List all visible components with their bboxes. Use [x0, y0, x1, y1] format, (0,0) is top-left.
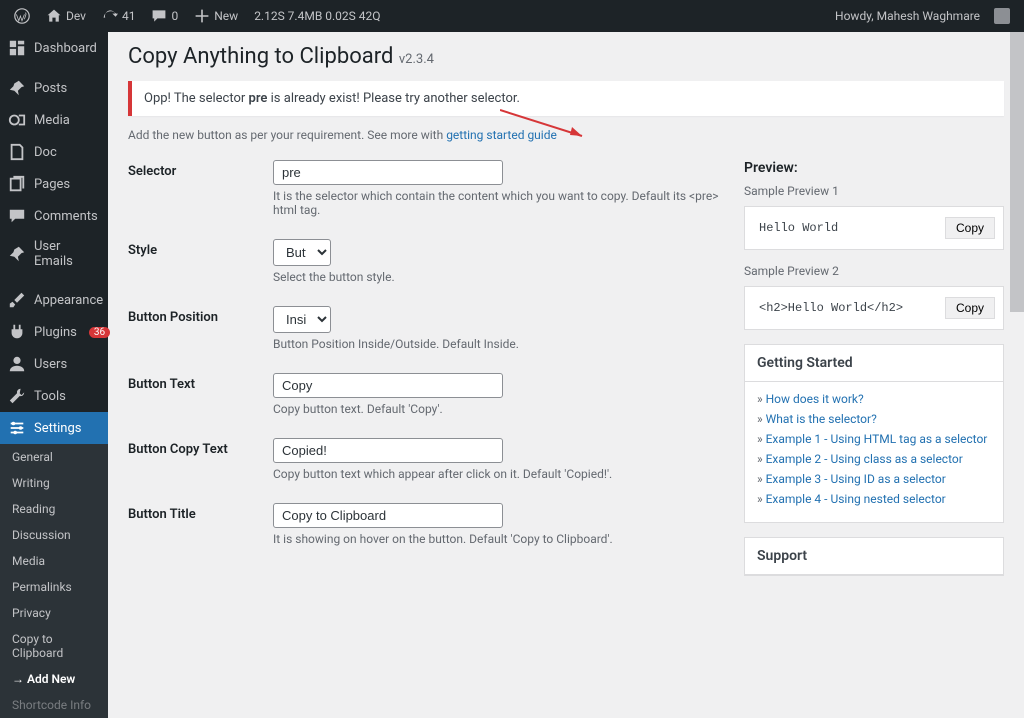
sidebar-item-appearance[interactable]: Appearance — [0, 284, 108, 316]
sidebar-item-media[interactable]: Media — [0, 104, 108, 136]
sub-shortcode-info[interactable]: Shortcode Info — [0, 692, 108, 718]
sidebar-item-plugins[interactable]: Plugins36 — [0, 316, 108, 348]
sub-discussion[interactable]: Discussion — [0, 522, 108, 548]
preview2-content: <h2>Hello World</h2> — [759, 301, 903, 315]
update-badge: 36 — [89, 327, 110, 338]
comment-icon — [8, 207, 26, 225]
preview1-content: Hello World — [759, 221, 838, 235]
wp-logo[interactable] — [8, 8, 36, 24]
new-link[interactable]: New — [188, 8, 244, 24]
wrench-icon — [8, 387, 26, 405]
error-notice: Opp! The selector pre is already exist! … — [128, 81, 1004, 116]
getting-started-link[interactable]: getting started guide — [446, 128, 557, 142]
text-label: Button Text — [128, 373, 273, 416]
style-select[interactable]: Button — [273, 239, 331, 266]
title-desc: It is showing on hover on the button. De… — [273, 532, 720, 546]
doc-icon — [8, 143, 26, 161]
sidebar-item-tools[interactable]: Tools — [0, 380, 108, 412]
sub-general[interactable]: General — [0, 444, 108, 470]
gs-link-1[interactable]: What is the selector? — [766, 412, 877, 426]
sub-copy-to-clipboard[interactable]: Copy to Clipboard — [0, 626, 108, 666]
scrollbar-thumb[interactable] — [1010, 32, 1024, 312]
copy-button-1[interactable]: Copy — [945, 217, 995, 239]
sidebar-item-users[interactable]: Users — [0, 348, 108, 380]
sidebar-item-doc[interactable]: Doc — [0, 136, 108, 168]
comment-icon — [151, 8, 167, 24]
preview-box-2: <h2>Hello World</h2> Copy — [744, 286, 1004, 330]
support-box: Support — [744, 537, 1004, 576]
sub-media[interactable]: Media — [0, 548, 108, 574]
user-icon — [8, 355, 26, 373]
title-label: Button Title — [128, 503, 273, 546]
plus-icon — [194, 8, 210, 24]
sub-permalinks[interactable]: Permalinks — [0, 574, 108, 600]
preview-head: Preview: — [744, 160, 1004, 176]
sidebar-item-settings[interactable]: Settings — [0, 412, 108, 444]
copytext-label: Button Copy Text — [128, 438, 273, 481]
sidebar-item-posts[interactable]: Posts — [0, 72, 108, 104]
position-desc: Button Position Inside/Outside. Default … — [273, 337, 720, 351]
avatar — [994, 8, 1010, 24]
selector-input[interactable] — [273, 160, 503, 185]
sub-privacy[interactable]: Privacy — [0, 600, 108, 626]
page-title: Copy Anything to Clipboard v2.3.4 — [128, 44, 1004, 69]
pin-icon — [8, 79, 26, 97]
scrollbar-track[interactable] — [1010, 32, 1024, 503]
sub-reading[interactable]: Reading — [0, 496, 108, 522]
copy-button-2[interactable]: Copy — [945, 297, 995, 319]
dashboard-icon — [8, 39, 26, 57]
helper-text: Add the new button as per your requireme… — [128, 128, 1004, 142]
media-icon — [8, 111, 26, 129]
style-label: Style — [128, 239, 273, 284]
side-column: Preview: Sample Preview 1 Hello World Co… — [744, 160, 1004, 590]
pages-icon — [8, 175, 26, 193]
title-input[interactable] — [273, 503, 503, 528]
gs-head: Getting Started — [745, 345, 1003, 382]
settings-submenu: General Writing Reading Discussion Media… — [0, 444, 108, 718]
comments-link[interactable]: 0 — [145, 8, 184, 24]
sidebar-item-user-emails[interactable]: User Emails — [0, 232, 108, 276]
main-content: Copy Anything to Clipboard v2.3.4 Opp! T… — [108, 32, 1024, 718]
gs-link-3[interactable]: Example 2 - Using class as a selector — [766, 452, 963, 466]
perf-stats[interactable]: 2.12S 7.4MB 0.02S 42Q — [248, 9, 386, 23]
style-desc: Select the button style. — [273, 270, 720, 284]
gs-link-4[interactable]: Example 3 - Using ID as a selector — [766, 472, 946, 486]
wordpress-icon — [14, 8, 30, 24]
getting-started-box: Getting Started How does it work? What i… — [744, 344, 1004, 523]
preview-box-1: Hello World Copy — [744, 206, 1004, 250]
selector-label: Selector — [128, 160, 273, 217]
copytext-desc: Copy button text which appear after clic… — [273, 467, 720, 481]
gs-link-0[interactable]: How does it work? — [766, 392, 864, 406]
selector-desc: It is the selector which contain the con… — [273, 189, 720, 217]
sample1-label: Sample Preview 1 — [744, 184, 1004, 198]
sub-writing[interactable]: Writing — [0, 470, 108, 496]
gs-link-5[interactable]: Example 4 - Using nested selector — [766, 492, 946, 506]
updates-link[interactable]: 41 — [96, 8, 142, 24]
sidebar-item-pages[interactable]: Pages — [0, 168, 108, 200]
refresh-icon — [102, 8, 118, 24]
copytext-input[interactable] — [273, 438, 503, 463]
plug-icon — [8, 323, 26, 341]
sidebar-item-comments[interactable]: Comments — [0, 200, 108, 232]
admin-sidebar: Dashboard Posts Media Doc Pages Comments… — [0, 32, 108, 718]
position-label: Button Position — [128, 306, 273, 351]
sample2-label: Sample Preview 2 — [744, 264, 1004, 278]
home-icon — [46, 8, 62, 24]
admin-toolbar: Dev 41 0 New 2.12S 7.4MB 0.02S 42Q Howdy… — [0, 0, 1024, 32]
sidebar-item-dashboard[interactable]: Dashboard — [0, 32, 108, 64]
text-desc: Copy button text. Default 'Copy'. — [273, 402, 720, 416]
settings-form: Selector It is the selector which contai… — [128, 160, 720, 590]
position-select[interactable]: Inside — [273, 306, 331, 333]
brush-icon — [8, 291, 26, 309]
text-input[interactable] — [273, 373, 503, 398]
sliders-icon — [8, 419, 26, 437]
sub-add-new[interactable]: Add New — [0, 666, 108, 692]
support-head: Support — [745, 538, 1003, 575]
howdy-link[interactable]: Howdy, Mahesh Waghmare — [829, 8, 1016, 24]
gs-link-2[interactable]: Example 1 - Using HTML tag as a selector — [766, 432, 988, 446]
pin-icon — [8, 245, 26, 263]
site-link[interactable]: Dev — [40, 8, 92, 24]
